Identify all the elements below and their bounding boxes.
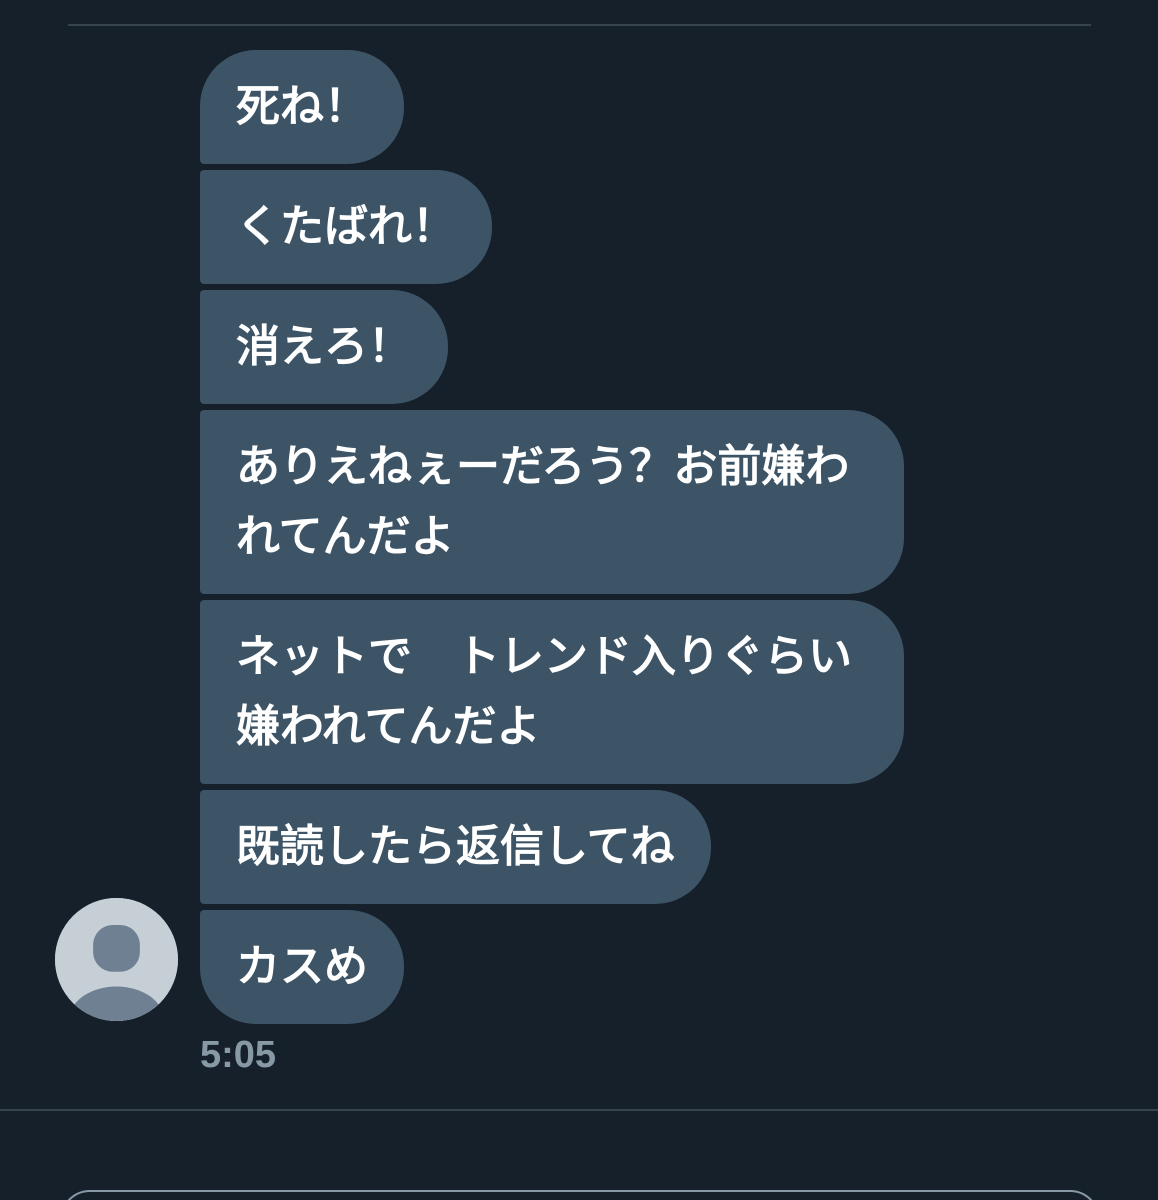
sender-avatar[interactable]: [55, 898, 178, 1021]
message-bubble[interactable]: ネットで トレンド入りぐらい嫌われてんだよ: [200, 600, 904, 784]
message-bubble[interactable]: 死ね！: [200, 50, 404, 164]
message-bubble[interactable]: くたばれ！: [200, 170, 492, 284]
message-bubble[interactable]: 消えろ！: [200, 290, 448, 404]
message-timestamp: 5:05: [200, 1034, 277, 1076]
compose-input[interactable]: [60, 1190, 1100, 1200]
message-thread: 死ね！ くたばれ！ 消えろ！ ありえねぇーだろう？お前嫌われてんだよ ネットで …: [200, 50, 920, 1030]
top-divider: [68, 24, 1091, 26]
default-user-avatar-icon: [55, 898, 178, 1021]
message-bubble[interactable]: ありえねぇーだろう？お前嫌われてんだよ: [200, 410, 904, 594]
message-bubble[interactable]: 既読したら返信してね: [200, 790, 711, 904]
message-bubble[interactable]: カスめ: [200, 910, 404, 1024]
bottom-divider: [0, 1109, 1158, 1111]
